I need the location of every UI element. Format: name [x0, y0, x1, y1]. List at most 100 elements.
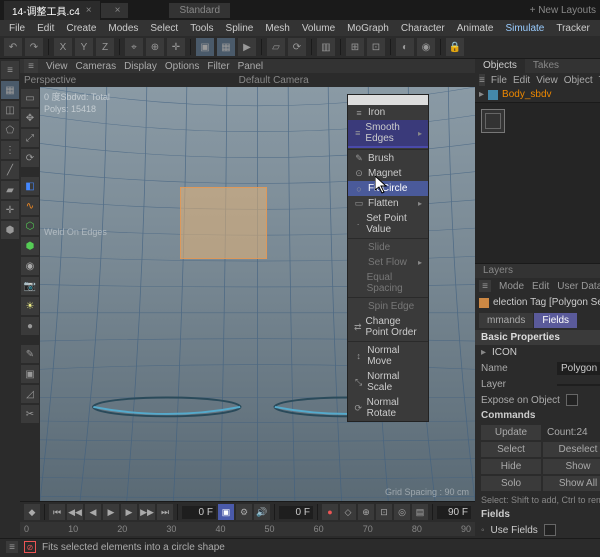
menu-character[interactable]: Character	[396, 22, 450, 35]
om-edit[interactable]: Edit	[513, 75, 530, 86]
render-settings-button[interactable]: ▦	[217, 38, 235, 56]
name-input[interactable]: Polygon Selection	[557, 362, 600, 375]
expand-icon[interactable]: ▸	[479, 89, 484, 100]
record-button[interactable]: ●	[322, 504, 338, 520]
show-button[interactable]: Show	[543, 459, 600, 474]
next-key-button[interactable]: ▶▶	[139, 504, 155, 520]
use-fields-checkbox[interactable]	[544, 524, 556, 536]
vp-menu-options[interactable]: Options	[165, 61, 199, 72]
menu-icon[interactable]: ≡	[1, 61, 19, 79]
prev-key-button[interactable]: ◀◀	[67, 504, 83, 520]
live-select-tool[interactable]: ▭	[21, 89, 39, 107]
vp-menu-icon[interactable]: ≡	[24, 59, 38, 73]
om-view[interactable]: View	[536, 75, 558, 86]
key-scale-button[interactable]: ⊡	[376, 504, 392, 520]
tab-fields[interactable]: Fields	[534, 313, 577, 328]
deselect-button[interactable]: Deselect	[543, 442, 600, 457]
extrude-tool[interactable]: ▣	[21, 365, 39, 383]
cube-primitive[interactable]: ◧	[21, 177, 39, 195]
menu-modes[interactable]: Modes	[103, 22, 143, 35]
menu-smooth-edges[interactable]: ≡Smooth Edges▸	[348, 120, 428, 146]
takes-tab[interactable]: Takes	[525, 59, 567, 73]
model-mode-button[interactable]: ▦	[1, 81, 19, 99]
icon-row[interactable]: ▸ ICON	[475, 345, 600, 360]
solo-button[interactable]: Solo	[481, 476, 541, 491]
document-tab-1[interactable]: 14-调整工具.c4×	[4, 1, 100, 20]
close-icon[interactable]: ×	[115, 5, 121, 16]
key-rot-button[interactable]: ◎	[394, 504, 410, 520]
menu-set-point-value[interactable]: ·Set Point Value	[348, 211, 428, 237]
start-frame-input[interactable]: 0 F	[279, 506, 313, 519]
layer-input[interactable]	[557, 384, 600, 386]
edge-cut-button[interactable]: ◫	[1, 101, 19, 119]
sound-button[interactable]: 🔊	[254, 504, 270, 520]
redo-button[interactable]: ↷	[25, 38, 43, 56]
point-mode-button[interactable]: ⋮	[1, 141, 19, 159]
viewport-camera[interactable]: Default Camera	[239, 75, 309, 86]
next-frame-button[interactable]: ▶	[121, 504, 137, 520]
close-icon[interactable]: ×	[86, 5, 92, 16]
axis-x-button[interactable]: X	[54, 38, 72, 56]
document-tab-2[interactable]: ×	[101, 3, 129, 18]
expose-checkbox[interactable]	[566, 394, 578, 406]
attr-menu-icon[interactable]: ≡	[479, 280, 491, 292]
show-all-button[interactable]: Show All	[543, 476, 600, 491]
spline-primitive[interactable]: ∿	[21, 197, 39, 215]
sculpt-mode-button[interactable]: ⬢	[1, 221, 19, 239]
attr-edit[interactable]: Edit	[532, 281, 549, 292]
prev-frame-button[interactable]: ◀	[85, 504, 101, 520]
poly-mode-button[interactable]: ▰	[1, 181, 19, 199]
key-param-button[interactable]: ▤	[412, 504, 428, 520]
status-menu-icon[interactable]: ≡	[6, 541, 18, 553]
menu-create[interactable]: Create	[61, 22, 101, 35]
cursor-button[interactable]: ✛	[167, 38, 185, 56]
axis-y-button[interactable]: Y	[75, 38, 93, 56]
symmetry-button[interactable]: ◐	[396, 38, 414, 56]
menu-flatten[interactable]: ▭Flatten▸	[348, 196, 428, 211]
om-file[interactable]: File	[491, 75, 507, 86]
key-options-button[interactable]: ⚙	[236, 504, 252, 520]
reset-button[interactable]: ⟳	[288, 38, 306, 56]
end-frame-input[interactable]: 90 F	[437, 506, 471, 519]
coord-button[interactable]: ⌖	[125, 38, 143, 56]
vp-menu-display[interactable]: Display	[124, 61, 157, 72]
workplane-button[interactable]: ⊡	[367, 38, 385, 56]
menu-animate[interactable]: Animate	[452, 22, 499, 35]
render-pv-button[interactable]: ▶	[238, 38, 256, 56]
rotate-tool[interactable]: ⟳	[21, 149, 39, 167]
render-view-button[interactable]: ▣	[196, 38, 214, 56]
menu-simulate[interactable]: Simulate	[500, 22, 549, 35]
go-start-button[interactable]: ⏮	[49, 504, 65, 520]
menu-magnet[interactable]: ⊙Magnet	[348, 166, 428, 181]
menu-mograph[interactable]: MoGraph	[342, 22, 394, 35]
menu-handle[interactable]	[348, 95, 428, 105]
axis-z-button[interactable]: Z	[96, 38, 114, 56]
vp-menu-view[interactable]: View	[46, 61, 68, 72]
stop-icon[interactable]: ⊘	[24, 541, 36, 553]
lock-button[interactable]: 🔒	[446, 38, 464, 56]
timeline-ruler[interactable]: 0102030405060708090	[20, 522, 475, 536]
menu-edit[interactable]: Edit	[32, 22, 59, 35]
menu-change-point-order[interactable]: ⇄Change Point Order	[348, 314, 428, 340]
light-button[interactable]: ☀	[21, 297, 39, 315]
play-button[interactable]: ▶	[103, 504, 119, 520]
menu-select[interactable]: Select	[145, 22, 183, 35]
menu-file[interactable]: File	[4, 22, 30, 35]
material-button[interactable]: ●	[21, 317, 39, 335]
go-end-button[interactable]: ⏭	[157, 504, 173, 520]
new-layouts-button[interactable]: + New Layouts	[530, 5, 596, 16]
generator-button[interactable]: ⬡	[21, 217, 39, 235]
field-button[interactable]: ◉	[21, 257, 39, 275]
placement-button[interactable]: ⊕	[146, 38, 164, 56]
vp-menu-panel[interactable]: Panel	[238, 61, 264, 72]
menu-mesh[interactable]: Mesh	[260, 22, 294, 35]
deformer-button[interactable]: ⬢	[21, 237, 39, 255]
asset-browser-button[interactable]: ▥	[317, 38, 335, 56]
make-editable-button[interactable]: ▱	[267, 38, 285, 56]
key-pos-button[interactable]: ◇	[340, 504, 356, 520]
menu-tracker[interactable]: Tracker	[551, 22, 595, 35]
bevel-tool[interactable]: ◿	[21, 385, 39, 403]
move-tool[interactable]: ✥	[21, 109, 39, 127]
camera-button[interactable]: 📷	[21, 277, 39, 295]
snap-button[interactable]: ⊞	[346, 38, 364, 56]
